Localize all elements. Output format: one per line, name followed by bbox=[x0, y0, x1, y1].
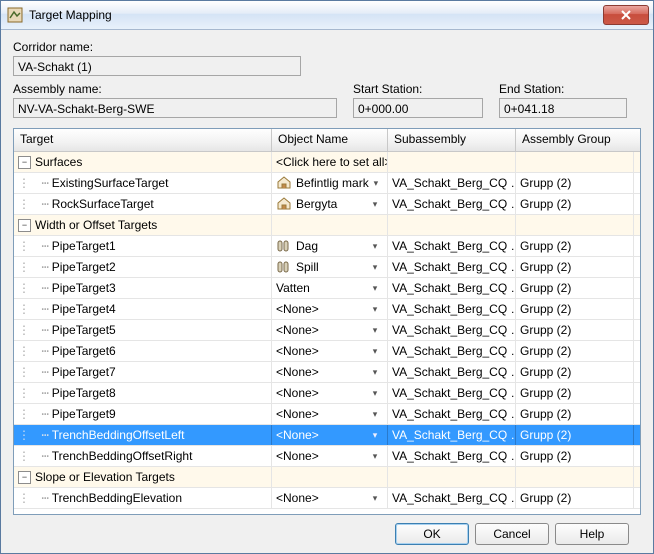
category-width-offset[interactable]: − Width or Offset Targets bbox=[14, 215, 640, 236]
target-mapping-dialog: Target Mapping Corridor name: VA-Schakt … bbox=[0, 0, 654, 554]
object-name-cell[interactable]: Spill ▾ bbox=[272, 257, 388, 277]
table-row[interactable]: ⋮ ⋯PipeTarget1 Dag ▾ VA_Schakt_Berg_CQ …… bbox=[14, 236, 640, 257]
dropdown-icon[interactable]: ▾ bbox=[367, 236, 383, 256]
pipe-icon bbox=[276, 259, 292, 275]
target-grid: Target Object Name Subassembly Assembly … bbox=[13, 128, 641, 515]
category-slope-elevation[interactable]: − Slope or Elevation Targets bbox=[14, 467, 640, 488]
table-row[interactable]: ⋮ ⋯PipeTarget6 <None>▾ VA_Schakt_Berg_CQ… bbox=[14, 341, 640, 362]
corridor-name-field: VA-Schakt (1) bbox=[13, 56, 301, 76]
object-name-cell[interactable]: Bergyta ▾ bbox=[272, 194, 388, 214]
col-assembly-group[interactable]: Assembly Group bbox=[516, 129, 634, 151]
col-target[interactable]: Target bbox=[14, 129, 272, 151]
table-row[interactable]: ⋮ ⋯PipeTarget5 <None>▾ VA_Schakt_Berg_CQ… bbox=[14, 320, 640, 341]
surface-icon bbox=[276, 175, 292, 191]
table-row[interactable]: ⋮ ⋯PipeTarget4 <None>▾ VA_Schakt_Berg_CQ… bbox=[14, 299, 640, 320]
table-row[interactable]: ⋮ ⋯ExistingSurfaceTarget Befintlig mark … bbox=[14, 173, 640, 194]
dropdown-icon[interactable]: ▾ bbox=[367, 278, 383, 298]
dropdown-icon[interactable]: ▾ bbox=[367, 299, 383, 319]
object-name-cell[interactable]: Befintlig mark ▾ bbox=[272, 173, 388, 193]
start-station-field: 0+000.00 bbox=[353, 98, 483, 118]
table-row[interactable]: ⋮ ⋯TrenchBeddingOffsetRight <None>▾ VA_S… bbox=[14, 446, 640, 467]
dropdown-icon[interactable]: ▾ bbox=[367, 257, 383, 277]
collapse-icon[interactable]: − bbox=[18, 471, 31, 484]
collapse-icon[interactable]: − bbox=[18, 156, 31, 169]
category-label: Width or Offset Targets bbox=[35, 215, 157, 235]
table-row[interactable]: ⋮ ⋯PipeTarget3 Vatten▾ VA_Schakt_Berg_CQ… bbox=[14, 278, 640, 299]
dropdown-icon[interactable]: ▾ bbox=[367, 446, 383, 466]
object-name-cell[interactable]: Vatten▾ bbox=[272, 278, 388, 298]
window-title: Target Mapping bbox=[29, 8, 603, 22]
object-name-cell[interactable]: <None>▾ bbox=[272, 383, 388, 403]
dropdown-icon[interactable]: ▾ bbox=[367, 488, 383, 508]
object-name-cell[interactable]: <None>▾ bbox=[272, 362, 388, 382]
object-name-cell[interactable]: <None>▾ bbox=[272, 425, 388, 445]
start-station-label: Start Station: bbox=[353, 82, 483, 96]
table-row-selected[interactable]: ⋮ ⋯TrenchBeddingOffsetLeft <None>▾ VA_Sc… bbox=[14, 425, 640, 446]
cancel-button[interactable]: Cancel bbox=[475, 523, 549, 545]
category-label: Surfaces bbox=[35, 152, 82, 172]
col-object-name[interactable]: Object Name bbox=[272, 129, 388, 151]
dropdown-icon[interactable]: ▾ bbox=[367, 425, 383, 445]
dropdown-icon[interactable]: ▾ bbox=[367, 404, 383, 424]
collapse-icon[interactable]: − bbox=[18, 219, 31, 232]
dropdown-icon[interactable]: ▾ bbox=[367, 320, 383, 340]
end-station-field: 0+041.18 bbox=[499, 98, 627, 118]
table-row[interactable]: ⋮ ⋯RockSurfaceTarget Bergyta ▾ VA_Schakt… bbox=[14, 194, 640, 215]
surface-icon bbox=[276, 196, 292, 212]
object-name-cell[interactable]: <None>▾ bbox=[272, 320, 388, 340]
table-row[interactable]: ⋮ ⋯PipeTarget2 Spill ▾ VA_Schakt_Berg_CQ… bbox=[14, 257, 640, 278]
table-row[interactable]: ⋮ ⋯PipeTarget7 <None>▾ VA_Schakt_Berg_CQ… bbox=[14, 362, 640, 383]
dropdown-icon[interactable]: ▾ bbox=[367, 362, 383, 382]
dropdown-icon[interactable]: ▾ bbox=[369, 173, 383, 193]
dropdown-icon[interactable]: ▾ bbox=[367, 194, 383, 214]
corridor-name-label: Corridor name: bbox=[13, 40, 641, 54]
end-station-label: End Station: bbox=[499, 82, 627, 96]
titlebar[interactable]: Target Mapping bbox=[1, 1, 653, 30]
dropdown-icon[interactable]: ▾ bbox=[367, 341, 383, 361]
category-label: Slope or Elevation Targets bbox=[35, 467, 175, 487]
dialog-footer: OK Cancel Help bbox=[13, 515, 641, 553]
object-name-cell[interactable]: <None>▾ bbox=[272, 404, 388, 424]
content-area: Corridor name: VA-Schakt (1) Assembly na… bbox=[1, 30, 653, 553]
app-icon bbox=[7, 7, 23, 23]
dropdown-icon[interactable]: ▾ bbox=[367, 383, 383, 403]
grid-body: − Surfaces <Click here to set all> ⋮ ⋯Ex… bbox=[14, 152, 640, 514]
object-name-cell[interactable]: <None>▾ bbox=[272, 341, 388, 361]
pipe-icon bbox=[276, 238, 292, 254]
click-all-cell[interactable]: <Click here to set all> bbox=[272, 152, 388, 172]
assembly-name-label: Assembly name: bbox=[13, 82, 337, 96]
help-button[interactable]: Help bbox=[555, 523, 629, 545]
close-icon bbox=[621, 10, 631, 20]
assembly-name-field: NV-VA-Schakt-Berg-SWE bbox=[13, 98, 337, 118]
table-row[interactable]: ⋮ ⋯PipeTarget8 <None>▾ VA_Schakt_Berg_CQ… bbox=[14, 383, 640, 404]
object-name-cell[interactable]: Dag ▾ bbox=[272, 236, 388, 256]
object-name-cell[interactable]: <None>▾ bbox=[272, 299, 388, 319]
ok-button[interactable]: OK bbox=[395, 523, 469, 545]
object-name-cell[interactable]: <None>▾ bbox=[272, 488, 388, 508]
table-row[interactable]: ⋮ ⋯TrenchBeddingElevation <None>▾ VA_Sch… bbox=[14, 488, 640, 509]
col-subassembly[interactable]: Subassembly bbox=[388, 129, 516, 151]
table-row[interactable]: ⋮ ⋯PipeTarget9 <None>▾ VA_Schakt_Berg_CQ… bbox=[14, 404, 640, 425]
close-button[interactable] bbox=[603, 5, 649, 25]
grid-header: Target Object Name Subassembly Assembly … bbox=[14, 129, 640, 152]
category-surfaces[interactable]: − Surfaces <Click here to set all> bbox=[14, 152, 640, 173]
object-name-cell[interactable]: <None>▾ bbox=[272, 446, 388, 466]
